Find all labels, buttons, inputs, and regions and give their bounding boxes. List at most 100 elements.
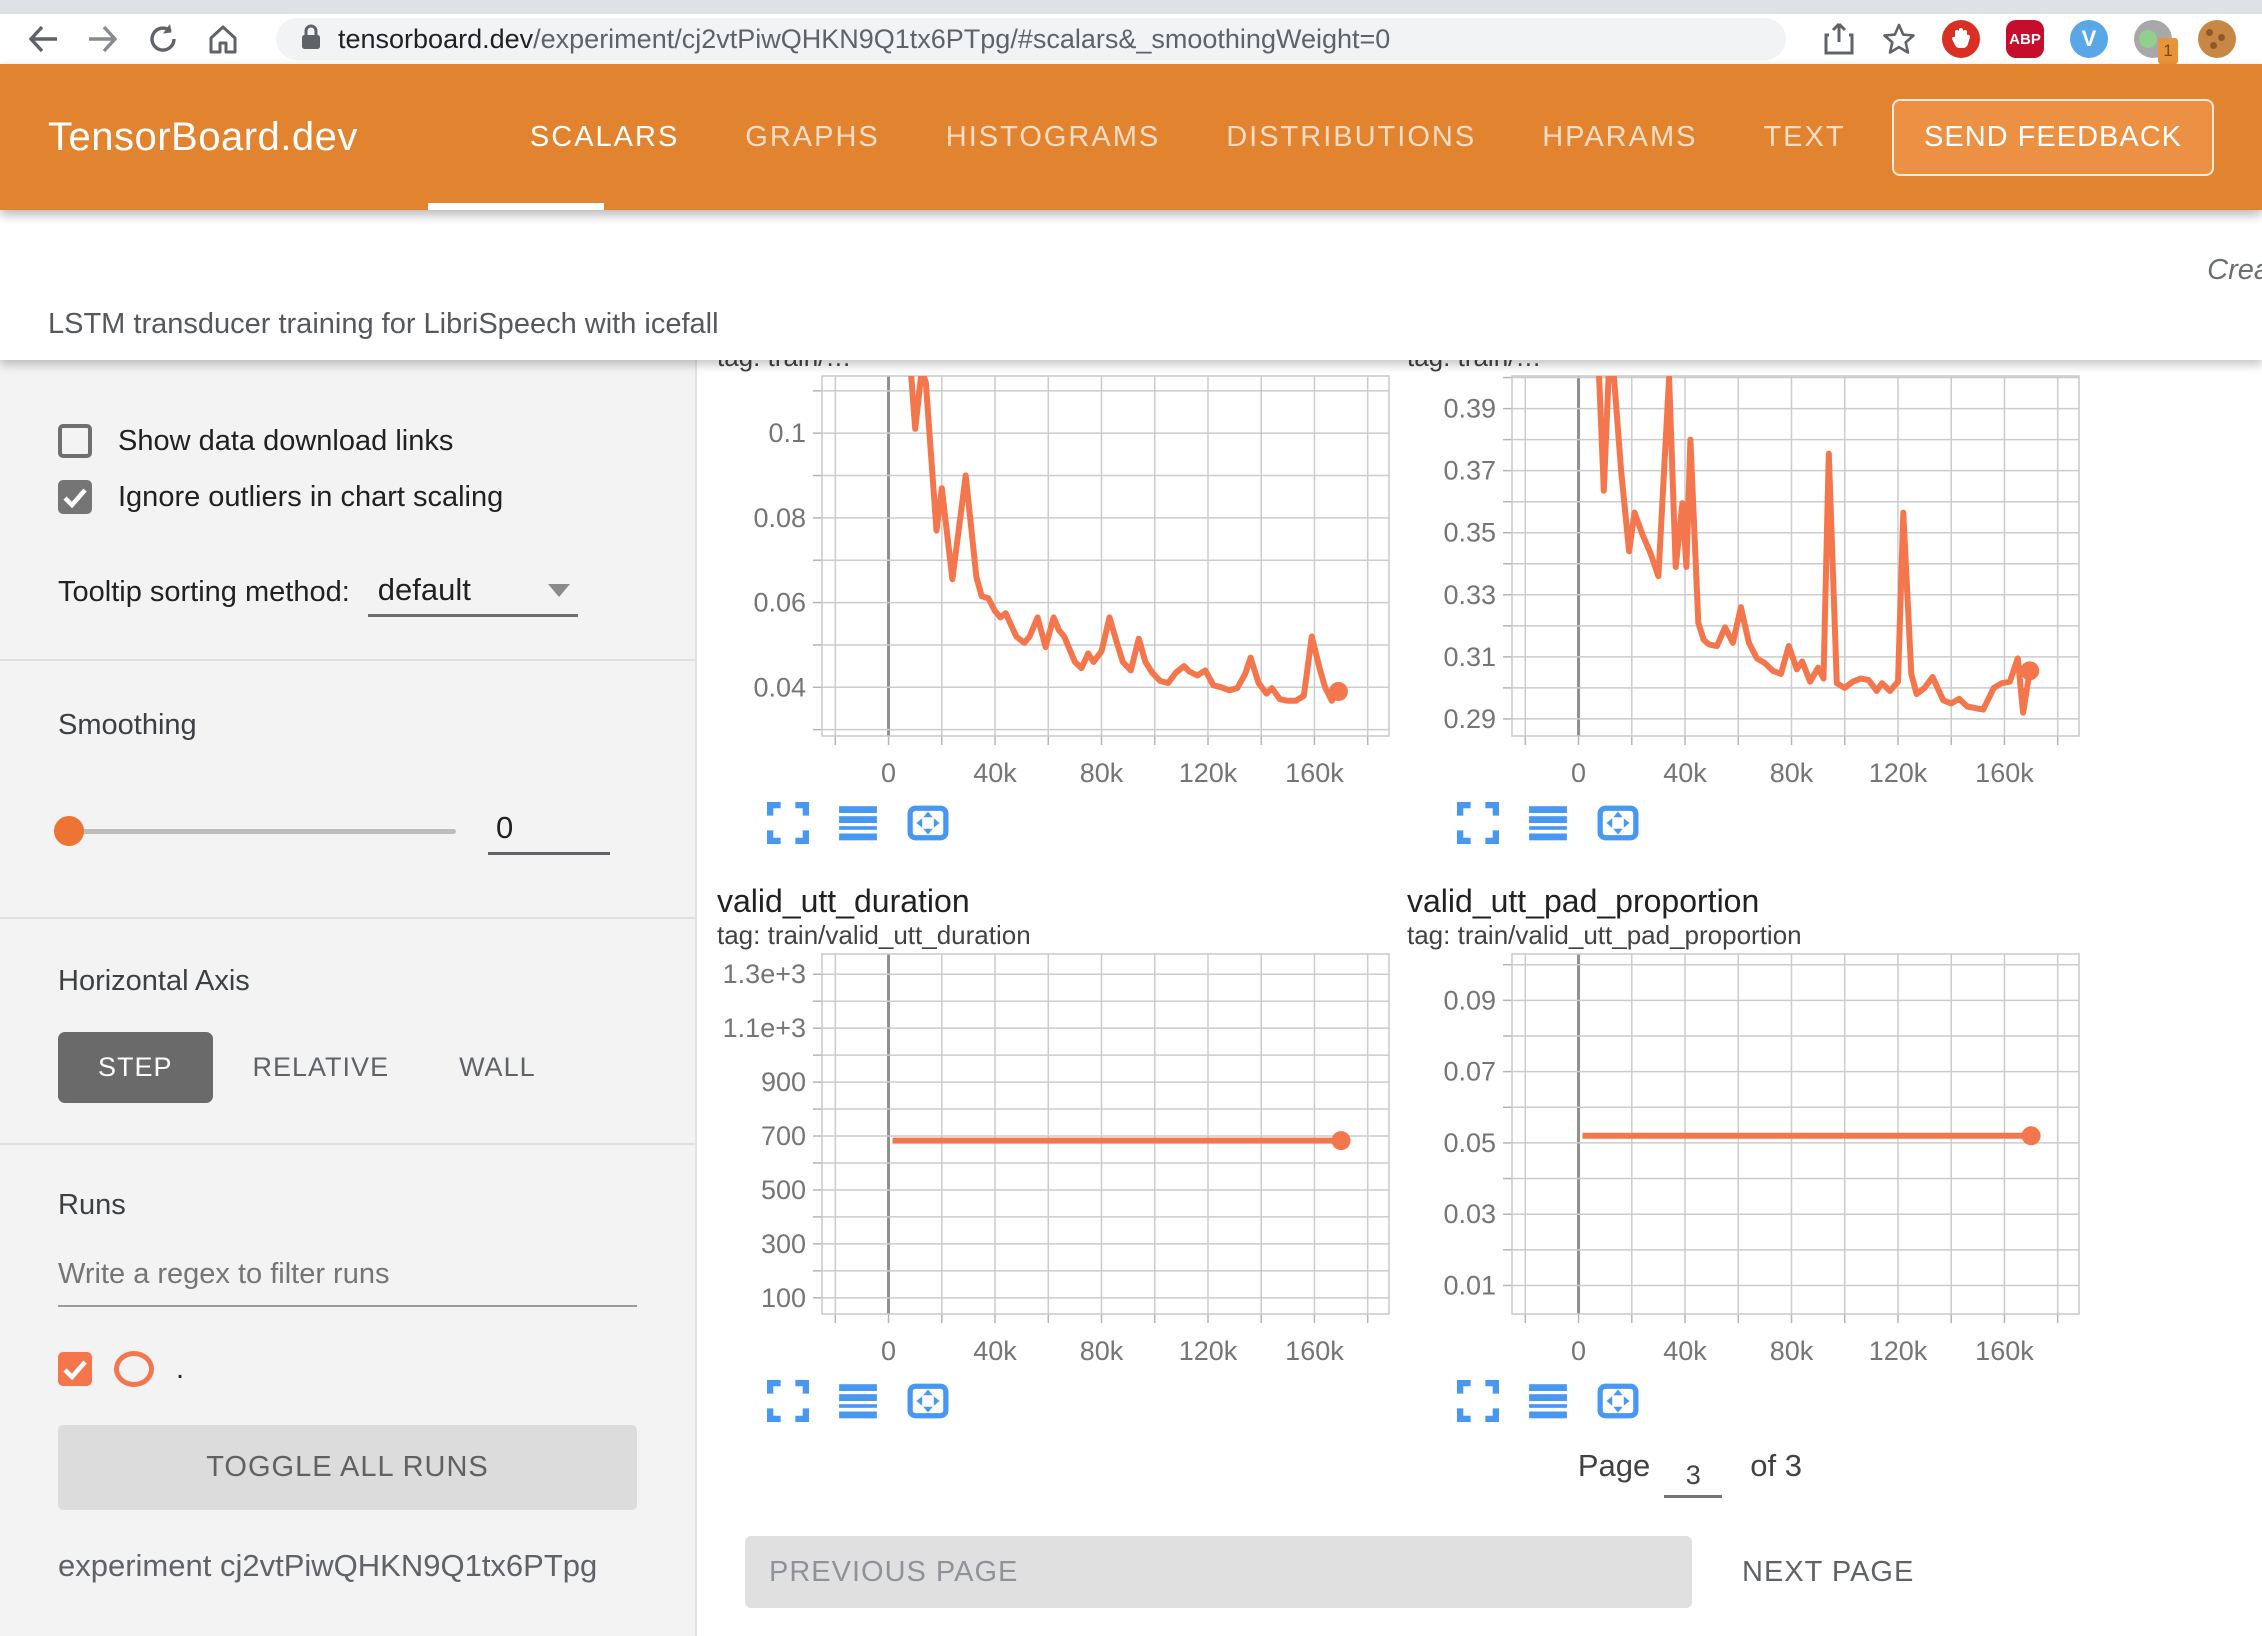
smoothing-slider[interactable] — [58, 829, 456, 834]
svg-text:0.04: 0.04 — [753, 672, 806, 702]
extension-cookie-icon[interactable] — [2198, 20, 2236, 58]
svg-text:700: 700 — [761, 1121, 806, 1151]
svg-text:1.1e+3: 1.1e+3 — [723, 1013, 806, 1043]
svg-text:0.35: 0.35 — [1443, 518, 1496, 548]
ignore-outliers-label: Ignore outliers in chart scaling — [118, 481, 503, 514]
chart-actions — [1407, 1370, 2085, 1424]
svg-text:900: 900 — [761, 1067, 806, 1097]
scalar-chart-plot[interactable]: 040k80k120k160k0.390.370.350.330.310.29 — [1407, 372, 2085, 792]
browser-toolbar: tensorboard.dev/experiment/cj2vtPiwQHKN9… — [0, 14, 2262, 64]
page-number-input[interactable] — [1664, 1460, 1722, 1498]
expand-chart-icon[interactable] — [767, 1380, 809, 1422]
chart-actions — [717, 1370, 1395, 1424]
ignore-outliers-row[interactable]: Ignore outliers in chart scaling — [58, 480, 637, 514]
tooltip-sorting-value: default — [378, 572, 471, 608]
extension-recorder-icon[interactable]: 1 — [2134, 20, 2172, 58]
nav-tabs: SCALARS GRAPHS HISTOGRAMS DISTRIBUTIONS … — [528, 107, 1848, 168]
previous-page-button[interactable]: PREVIOUS PAGE — [745, 1536, 1692, 1608]
tab-distributions[interactable]: DISTRIBUTIONS — [1224, 107, 1478, 168]
tab-text[interactable]: TEXT — [1761, 107, 1847, 168]
axis-wall-button[interactable]: WALL — [429, 1032, 566, 1103]
chart-actions — [717, 792, 1395, 846]
send-feedback-button[interactable]: SEND FEEDBACK — [1892, 99, 2214, 176]
smoothing-value-input[interactable] — [488, 808, 610, 855]
show-download-links-checkbox[interactable] — [58, 424, 92, 458]
scalar-chart-plot[interactable]: 040k80k120k160k0.10.080.060.04 — [717, 372, 1397, 792]
forward-icon[interactable] — [86, 22, 120, 56]
settings-sidebar: Show data download links Ignore outliers… — [0, 360, 697, 1636]
reload-icon[interactable] — [146, 22, 180, 56]
back-icon[interactable] — [26, 22, 60, 56]
svg-text:120k: 120k — [1179, 1336, 1238, 1366]
chart-row: valid_utt_durationtag: train/valid_utt_d… — [705, 846, 1395, 1424]
app-header: TensorBoard.dev SCALARS GRAPHS HISTOGRAM… — [0, 64, 2262, 210]
active-tab-underline — [428, 203, 604, 210]
url-bar[interactable]: tensorboard.dev/experiment/cj2vtPiwQHKN9… — [276, 18, 1786, 60]
browser-tab-strip — [0, 0, 2262, 14]
pan-zoom-icon[interactable] — [1597, 1380, 1639, 1422]
svg-text:40k: 40k — [1663, 1336, 1707, 1366]
show-download-links-row[interactable]: Show data download links — [58, 424, 637, 458]
chart-data-lines-icon[interactable] — [837, 802, 879, 844]
run-list-item[interactable]: . — [58, 1351, 637, 1387]
chart-data-lines-icon[interactable] — [1527, 802, 1569, 844]
bookmark-star-icon[interactable] — [1882, 22, 1916, 56]
chart-tag: tag: train/… — [717, 360, 1395, 372]
chart-data-lines-icon[interactable] — [1527, 1380, 1569, 1422]
svg-text:120k: 120k — [1869, 1336, 1928, 1366]
toggle-all-runs-button[interactable]: TOGGLE ALL RUNS — [58, 1425, 637, 1510]
page-of-label: of 3 — [1750, 1448, 1802, 1484]
svg-text:80k: 80k — [1770, 758, 1814, 788]
pan-zoom-icon[interactable] — [907, 1380, 949, 1422]
svg-text:0.01: 0.01 — [1443, 1270, 1496, 1300]
expand-chart-icon[interactable] — [1457, 802, 1499, 844]
run-checkbox[interactable] — [58, 1352, 92, 1386]
svg-text:0: 0 — [881, 758, 896, 788]
svg-text:0.29: 0.29 — [1443, 704, 1496, 734]
pan-zoom-icon[interactable] — [907, 802, 949, 844]
chart-data-lines-icon[interactable] — [837, 1380, 879, 1422]
chart-tag: tag: train/… — [1407, 360, 2085, 372]
scalar-chart-plot[interactable]: 040k80k120k160k0.090.070.050.030.01 — [1407, 950, 2087, 1370]
axis-relative-button[interactable]: RELATIVE — [223, 1032, 420, 1103]
tab-histograms[interactable]: HISTOGRAMS — [944, 107, 1162, 168]
charts-main: tag: train/…040k80k120k160k0.10.080.060.… — [697, 360, 2262, 1636]
page-label: Page — [1578, 1448, 1650, 1484]
chevron-down-icon — [548, 584, 570, 597]
expand-chart-icon[interactable] — [767, 802, 809, 844]
svg-text:80k: 80k — [1770, 1336, 1814, 1366]
ignore-outliers-checkbox[interactable] — [58, 480, 92, 514]
svg-text:300: 300 — [761, 1229, 806, 1259]
svg-text:0.09: 0.09 — [1443, 985, 1496, 1015]
share-icon[interactable] — [1822, 22, 1856, 56]
svg-text:0.37: 0.37 — [1443, 456, 1496, 486]
extension-abp-icon[interactable]: ABP — [2006, 20, 2044, 58]
chart-row-clipped: tag: train/…040k80k120k160k0.10.080.060.… — [705, 360, 2085, 846]
next-page-button[interactable]: NEXT PAGE — [1742, 1556, 1914, 1589]
scalar-chart-plot[interactable]: 040k80k120k160k1.3e+31.1e+39007005003001… — [717, 950, 1397, 1370]
extension-v-icon[interactable]: V — [2070, 20, 2108, 58]
svg-text:0.03: 0.03 — [1443, 1199, 1496, 1229]
extension-blocker-icon[interactable] — [1942, 20, 1980, 58]
run-color-swatch — [114, 1351, 154, 1387]
svg-text:0.33: 0.33 — [1443, 580, 1496, 610]
pan-zoom-icon[interactable] — [1597, 802, 1639, 844]
tooltip-sorting-dropdown[interactable]: default — [368, 572, 578, 617]
tab-hparams[interactable]: HPARAMS — [1540, 107, 1699, 168]
svg-text:0.06: 0.06 — [753, 588, 806, 618]
svg-text:1.3e+3: 1.3e+3 — [723, 959, 806, 989]
axis-step-button[interactable]: STEP — [58, 1032, 213, 1103]
svg-text:120k: 120k — [1869, 758, 1928, 788]
runs-filter-input[interactable] — [58, 1252, 637, 1307]
svg-text:40k: 40k — [973, 758, 1017, 788]
expand-chart-icon[interactable] — [1457, 1380, 1499, 1422]
app-logo: TensorBoard.dev — [48, 115, 358, 160]
pagination: Page of 3 — [705, 1448, 2262, 1490]
tab-graphs[interactable]: GRAPHS — [743, 107, 881, 168]
svg-text:500: 500 — [761, 1175, 806, 1205]
tab-scalars[interactable]: SCALARS — [528, 107, 681, 168]
home-icon[interactable] — [206, 22, 240, 56]
experiment-title-bar: Crea LSTM transducer training for LibriS… — [0, 210, 2262, 360]
show-download-links-label: Show data download links — [118, 425, 453, 458]
smoothing-slider-handle[interactable] — [54, 816, 84, 846]
